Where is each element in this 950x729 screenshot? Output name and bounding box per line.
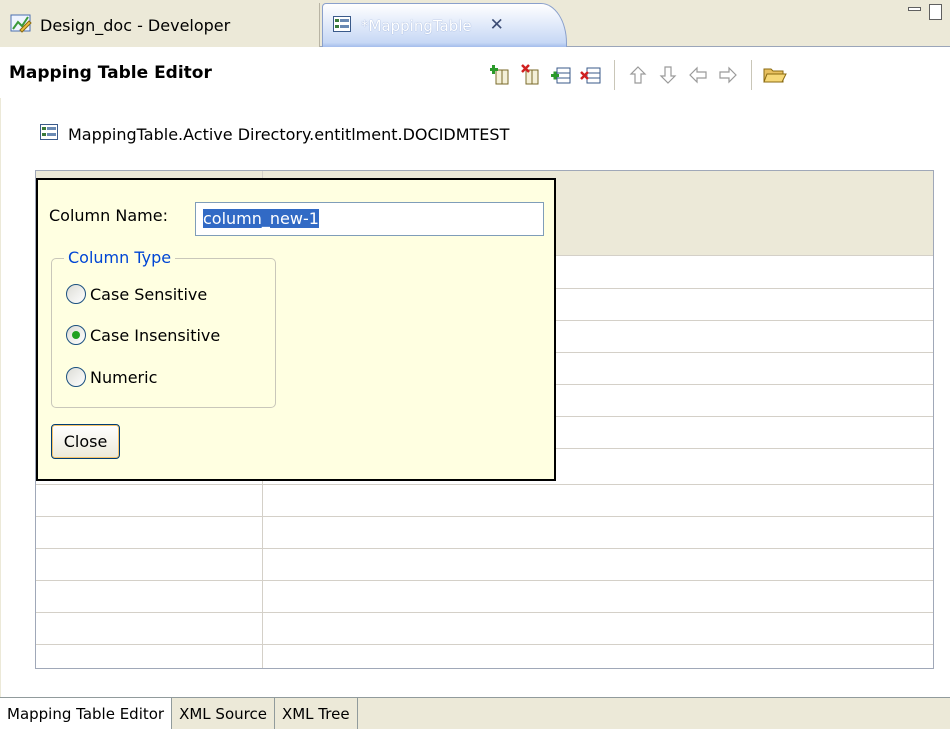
move-left-icon[interactable] [683, 62, 713, 88]
tab-xml-tree[interactable]: XML Tree [275, 698, 358, 729]
editor-header: Mapping Table Editor [0, 54, 950, 98]
row-divider [36, 484, 933, 485]
radio-case-insensitive[interactable]: Case Insensitive [66, 325, 220, 345]
remove-column-icon[interactable] [516, 62, 546, 88]
column-name-input[interactable]: column_new-1 [195, 202, 544, 236]
row-divider [36, 612, 933, 613]
column-name-label: Column Name: [49, 206, 168, 225]
toolbar-separator [751, 60, 752, 90]
radio-label: Numeric [90, 367, 158, 387]
column-type-group: Column Type Case Sensitive Case Insensit… [51, 248, 276, 408]
column-name-value: column_new-1 [203, 209, 319, 228]
radio-button-selected-icon[interactable] [66, 325, 86, 345]
perspective-icon [10, 12, 32, 38]
table-icon [40, 124, 58, 144]
open-folder-icon[interactable] [760, 62, 790, 88]
mapping-table-path: MappingTable.Active Directory.entitlment… [40, 124, 509, 144]
move-right-icon[interactable] [713, 62, 743, 88]
radio-numeric[interactable]: Numeric [66, 367, 157, 387]
page-title: Mapping Table Editor [9, 63, 212, 83]
toolbar-separator [614, 60, 615, 90]
table-icon [333, 15, 351, 36]
move-up-icon[interactable] [623, 62, 653, 88]
radio-button-icon[interactable] [66, 284, 86, 304]
move-down-icon[interactable] [653, 62, 683, 88]
left-border [0, 98, 1, 697]
radio-label: Case Insensitive [90, 325, 221, 345]
editor-tab-bar: Design_doc - Developer *MappingTable ✕ [0, 0, 950, 47]
tab-label: Design_doc - Developer [40, 15, 231, 35]
radio-case-sensitive[interactable]: Case Sensitive [66, 284, 207, 304]
column-type-label: Column Type [64, 248, 176, 267]
add-column-icon[interactable] [486, 62, 516, 88]
tab-label: *MappingTable [361, 16, 472, 35]
editor-page-tabs: Mapping Table Editor XML Source XML Tree [0, 697, 950, 729]
tab-xml-source[interactable]: XML Source [172, 698, 275, 729]
radio-button-icon[interactable] [66, 367, 86, 387]
toolbar [486, 60, 790, 90]
close-icon[interactable]: ✕ [490, 17, 504, 34]
radio-dot [72, 331, 80, 339]
row-divider [36, 644, 933, 645]
tab-design-doc[interactable]: Design_doc - Developer [0, 3, 320, 47]
maximize-icon[interactable] [929, 4, 942, 20]
row-divider [36, 516, 933, 517]
column-properties-popup: Column Name: column_new-1 Column Type Ca… [36, 178, 556, 481]
tab-mapping-table-editor[interactable]: Mapping Table Editor [0, 698, 173, 729]
radio-label: Case Sensitive [90, 284, 208, 304]
minimize-icon[interactable] [908, 7, 921, 11]
row-divider [36, 548, 933, 549]
close-button[interactable]: Close [51, 424, 120, 459]
row-divider [36, 580, 933, 581]
tab-mapping-table[interactable]: *MappingTable ✕ [322, 3, 567, 47]
window-controls [908, 4, 942, 20]
add-row-icon[interactable] [546, 62, 576, 88]
remove-row-icon[interactable] [576, 62, 606, 88]
path-text: MappingTable.Active Directory.entitlment… [68, 124, 510, 144]
